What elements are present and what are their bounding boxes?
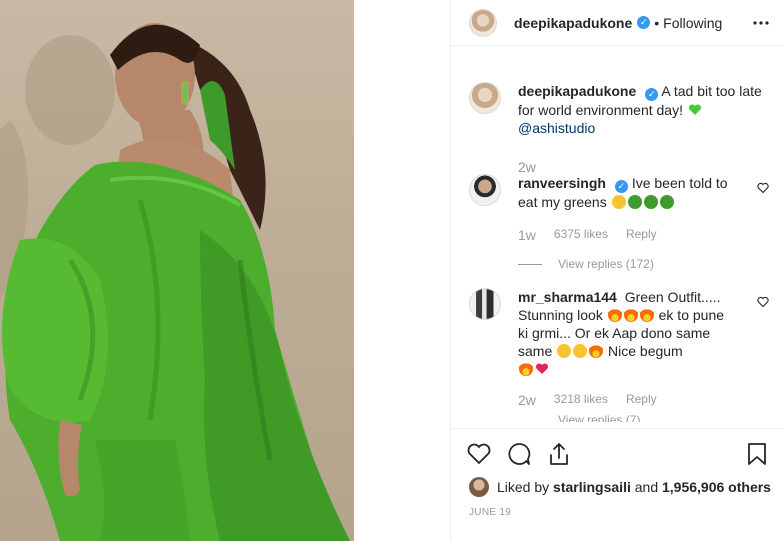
comment-likes-count[interactable]: 6375 likes	[554, 227, 608, 243]
broccoli-emoji-icon	[627, 195, 642, 209]
commenter-avatar[interactable]	[469, 288, 501, 320]
header-separator: •	[654, 14, 660, 31]
laughing-emoji-icon	[573, 344, 588, 358]
comment-likes-count[interactable]: 3218 likes	[554, 392, 608, 408]
post-side-panel: deepikapadukone ✓ • Following deepikapad…	[451, 0, 784, 541]
post-date[interactable]: JUNE 19	[469, 507, 511, 518]
comment-like-heart-icon[interactable]	[757, 182, 769, 194]
reply-button[interactable]: Reply	[626, 227, 657, 243]
smile-emoji-icon	[611, 195, 626, 209]
fire-emoji-icon	[519, 362, 533, 376]
author-username[interactable]: deepikapadukone	[514, 15, 632, 31]
comment-like-heart-icon[interactable]	[757, 296, 769, 308]
fire-emoji-icon	[639, 308, 654, 322]
view-replies-label: View replies (7)	[558, 414, 641, 422]
caption-username[interactable]: deepikapadukone	[518, 83, 636, 99]
comments-list[interactable]: deepikapadukone ✓ A tad bit too late for …	[451, 64, 784, 428]
verified-badge-icon: ✓	[637, 16, 651, 29]
view-replies-button[interactable]: View replies (172)	[518, 257, 769, 271]
bookmark-icon[interactable]	[744, 441, 770, 467]
fire-emoji-icon	[607, 308, 622, 322]
share-icon[interactable]	[546, 441, 572, 467]
heart-icon[interactable]	[466, 441, 492, 467]
caption-mention-link[interactable]: @ashistudio	[518, 120, 595, 136]
post-caption: deepikapadukone ✓ A tad bit too late for …	[469, 82, 769, 175]
laughing-emoji-icon	[557, 344, 572, 358]
comment-meta: 2w 3218 likes Reply	[518, 392, 769, 408]
author-avatar[interactable]	[469, 8, 497, 37]
caption-meta: 2w	[518, 159, 769, 175]
verified-badge-icon: ✓	[645, 88, 659, 101]
more-icon[interactable]	[752, 14, 770, 32]
comment-icon[interactable]	[506, 441, 532, 467]
post-photo-illustration	[0, 23, 350, 541]
liked-by-prefix: Liked by	[497, 479, 550, 495]
liked-by-user-link[interactable]: starlingsaili	[553, 479, 631, 495]
commenter-username[interactable]: mr_sharma144	[518, 289, 617, 305]
fire-emoji-icon	[623, 308, 638, 322]
caption-avatar[interactable]	[469, 82, 501, 114]
caption-timestamp[interactable]: 2w	[518, 159, 536, 175]
broccoli-emoji-icon	[659, 195, 674, 209]
comment-timestamp[interactable]: 1w	[518, 227, 536, 243]
red-heart-icon	[535, 363, 549, 374]
comment-timestamp[interactable]: 2w	[518, 392, 536, 408]
view-replies-button[interactable]: View replies (7)	[518, 414, 769, 422]
liker-avatar[interactable]	[469, 477, 489, 497]
replies-line	[518, 263, 542, 265]
verified-badge-icon: ✓	[614, 180, 628, 193]
post-photo[interactable]	[0, 0, 354, 541]
fire-emoji-icon	[589, 344, 604, 358]
comment-meta: 1w 6375 likes Reply	[518, 227, 769, 243]
post-header: deepikapadukone ✓ • Following	[451, 0, 784, 46]
liked-by-and: and	[634, 479, 659, 495]
reply-button[interactable]: Reply	[626, 392, 657, 408]
broccoli-emoji-icon	[643, 195, 658, 209]
view-replies-label: View replies (172)	[558, 257, 654, 271]
comment-item: mr_sharma144 Green Outfit..... Stunning …	[469, 288, 769, 422]
post-actions-bar: Liked by starlingsaili and 1,956,906 oth…	[451, 428, 784, 541]
green-heart-icon	[688, 104, 701, 115]
likes-summary: Liked by starlingsaili and 1,956,906 oth…	[469, 477, 771, 497]
comment-text-end: Nice begum	[608, 343, 683, 359]
following-button[interactable]: Following	[663, 15, 722, 31]
liked-by-count-link[interactable]: 1,956,906 others	[662, 479, 771, 495]
comment-item: ranveersingh ✓ Ive been told to eat my gr…	[469, 174, 769, 271]
commenter-username[interactable]: ranveersingh	[518, 175, 606, 191]
commenter-avatar[interactable]	[469, 174, 501, 206]
